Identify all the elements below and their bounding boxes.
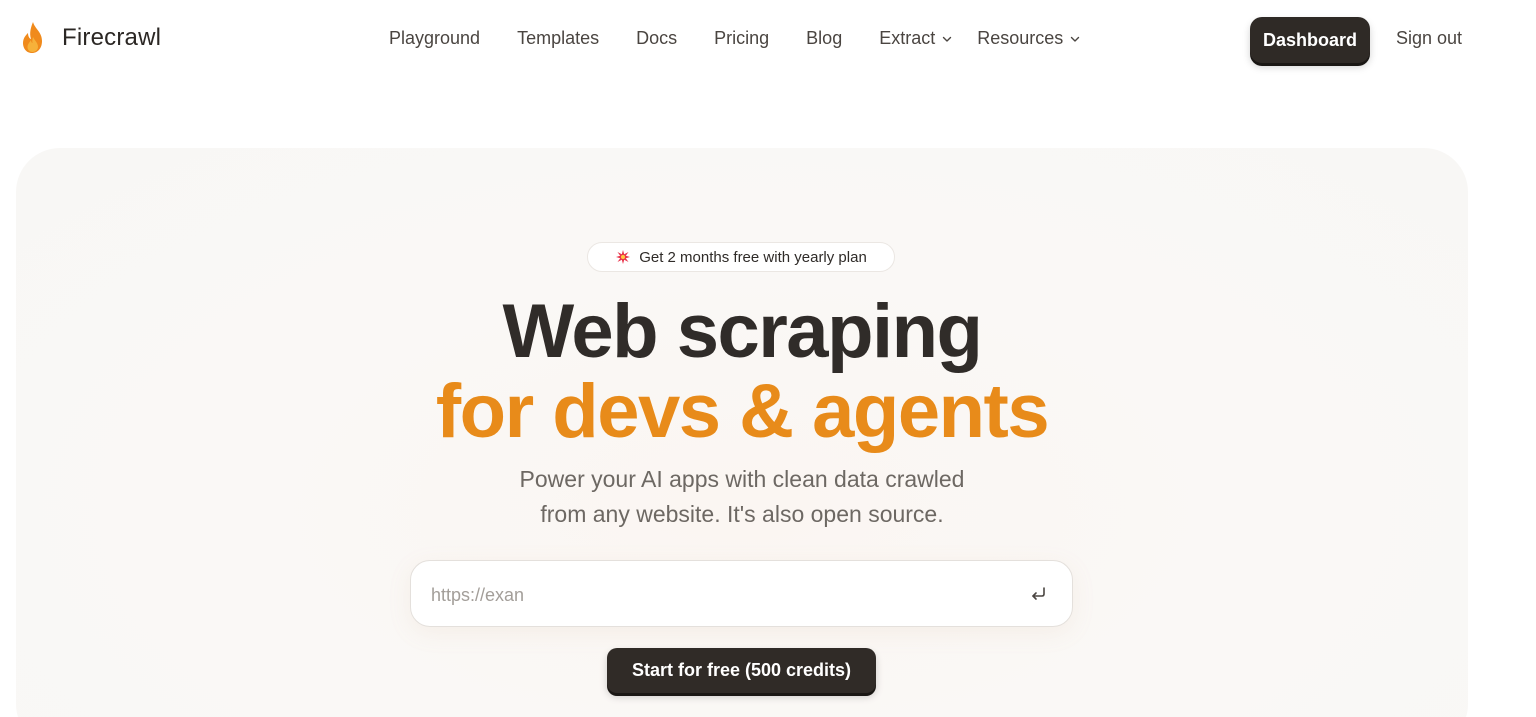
nav-templates[interactable]: Templates [517, 28, 599, 49]
start-for-free-button[interactable]: Start for free (500 credits) [607, 648, 876, 693]
nav-extract-dropdown[interactable]: Extract [879, 28, 953, 49]
top-header: Firecrawl Playground Templates Docs Pric… [0, 0, 1536, 80]
nav-label: Blog [806, 28, 843, 48]
nav-label: Pricing [714, 28, 770, 48]
hero-title-line1: Web scraping [502, 289, 983, 374]
chevron-down-icon [1071, 36, 1080, 42]
nav-label: Extract [879, 28, 936, 48]
main-nav: Playground Templates Docs Pricing Blog E… [389, 28, 1081, 49]
chevron-down-icon [943, 36, 952, 42]
url-input[interactable] [431, 583, 1011, 607]
nav-pricing[interactable]: Pricing [714, 28, 769, 49]
brand-logo-link[interactable]: Firecrawl [18, 20, 161, 56]
dashboard-button[interactable]: Dashboard [1250, 17, 1370, 63]
nav-label: Resources [977, 28, 1064, 48]
url-input-box [410, 560, 1073, 627]
nav-playground[interactable]: Playground [389, 28, 480, 49]
brand-name: Firecrawl [62, 24, 162, 51]
flame-icon [23, 22, 42, 53]
enter-return-icon[interactable] [1027, 583, 1049, 605]
promo-badge[interactable]: Get 2 months free with yearly plan [587, 242, 895, 272]
nav-blog[interactable]: Blog [806, 28, 842, 49]
nav-docs[interactable]: Docs [636, 28, 677, 49]
hero-subtitle-line2: from any website. It's also open source. [540, 501, 944, 527]
nav-label: Docs [636, 28, 678, 48]
hero-subtitle-line1: Power your AI apps with clean data crawl… [519, 466, 965, 492]
nav-label: Templates [517, 28, 600, 48]
nav-resources-dropdown[interactable]: Resources [977, 28, 1081, 49]
nav-label: Playground [389, 28, 481, 48]
sign-out-link[interactable]: Sign out [1396, 28, 1462, 49]
hero-title-line2: for devs & agents [435, 369, 1050, 454]
promo-badge-text: Get 2 months free with yearly plan [639, 248, 867, 266]
sparkle-burst-icon [616, 250, 631, 264]
